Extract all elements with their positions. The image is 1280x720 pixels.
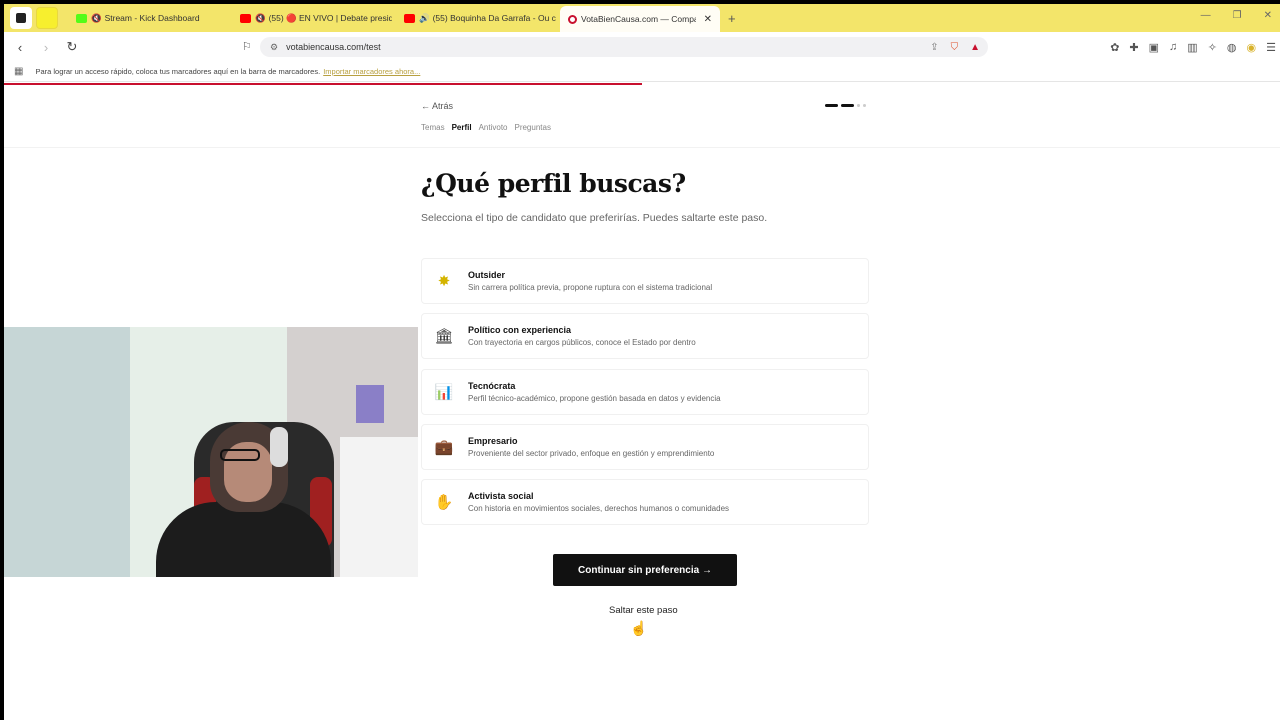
sidebar-icon[interactable]: ▥ <box>1187 41 1197 54</box>
kick-icon <box>76 13 87 23</box>
forward-arrow-icon[interactable]: › <box>36 40 56 55</box>
government-building-icon: 🏛 <box>434 328 454 346</box>
option-desc: Sin carrera política previa, propone rup… <box>468 283 713 292</box>
vpn-icon[interactable]: ◍ <box>1227 41 1237 54</box>
step-temas[interactable]: Temas <box>421 123 445 132</box>
tab-votabiencausa[interactable]: VotaBienCausa.com — Compatib ✕ <box>560 6 720 32</box>
profile-options: ✸ Outsider Sin carrera política previa, … <box>421 258 869 534</box>
mute-icon: 🔇 <box>91 12 102 23</box>
option-outsider[interactable]: ✸ Outsider Sin carrera política previa, … <box>421 258 869 304</box>
option-name: Outsider <box>468 270 506 280</box>
skip-step-link[interactable]: Saltar este paso <box>609 605 678 616</box>
cam-shelf <box>340 437 418 577</box>
brave-icon <box>16 13 26 23</box>
step-dot <box>825 104 838 107</box>
tab-title: (55) 🔴 EN VIVO | Debate presid <box>268 12 392 23</box>
burst-icon: ✸ <box>437 273 451 290</box>
option-name: Tecnócrata <box>468 380 516 391</box>
option-activista[interactable]: ✋ Activista social Con historia en movim… <box>421 479 869 526</box>
address-bar[interactable]: ⚙ votabiencausa.com/test ⇪ ⛉ ▲ <box>260 37 988 57</box>
pinned-tab[interactable] <box>36 7 58 29</box>
menu-icon[interactable]: ☰ <box>1266 41 1276 54</box>
extension-box-icon[interactable]: ▣ <box>1149 41 1159 54</box>
youtube-icon <box>240 13 251 23</box>
raised-hand-icon: ✋ <box>434 494 454 512</box>
tab-youtube-music[interactable]: 🔊 (55) Boquinha Da Garrafa - Ou ca <box>396 6 556 30</box>
browser-toolbar: ‹ › ↻ ⚐ ⚙ votabiencausa.com/test ⇪ ⛉ ▲ ✿… <box>4 32 1280 62</box>
mute-icon: 🔇 <box>255 12 266 23</box>
cam-poster <box>356 385 384 423</box>
option-desc: Con historia en movimientos sociales, de… <box>468 504 730 514</box>
page-title: ¿Qué perfil buscas? <box>421 169 686 198</box>
option-name: Activista social <box>468 491 534 502</box>
import-bookmarks-link[interactable]: Importar marcadores ahora... <box>323 67 420 76</box>
step-preguntas[interactable]: Preguntas <box>514 123 550 132</box>
url-text: votabiencausa.com/test <box>286 42 381 52</box>
tab-kick[interactable]: 🔇 Stream - Kick Dashboard <box>68 6 228 30</box>
option-empresario[interactable]: 💼 Empresario Proveniente del sector priv… <box>421 423 869 470</box>
continue-without-preference-button[interactable]: Continuar sin preferencia → <box>553 554 737 586</box>
site-favicon-icon <box>568 14 577 24</box>
divider <box>4 147 1280 148</box>
briefcase-icon: 💼 <box>434 438 454 456</box>
extensions-area: ✿ ✚ ▣ ♫ ▥ ✧ ◍ ◉ ☰ <box>1110 41 1276 54</box>
option-desc: Proveniente del sector privado, enfoque … <box>468 448 715 458</box>
option-desc: Perfil técnico-académico, propone gestió… <box>468 393 721 403</box>
pinned-tab-brave[interactable] <box>10 7 32 29</box>
window-controls: — ❐ ✕ <box>1201 10 1272 21</box>
share-icon[interactable]: ⇪ <box>930 42 938 53</box>
bookmarks-bar: ▦ Para lograr un acceso rápido, coloca t… <box>4 62 1280 82</box>
restore-icon[interactable]: ❐ <box>1233 10 1242 21</box>
extension-cookie-icon[interactable]: ✿ <box>1110 41 1119 54</box>
step-antivoto[interactable]: Antivoto <box>479 123 508 132</box>
option-tecnocrata[interactable]: 📊 Tecnócrata Perfil técnico-académico, p… <box>421 368 869 415</box>
wallet-icon[interactable]: ◉ <box>1247 41 1257 54</box>
reload-icon[interactable]: ↻ <box>62 39 82 55</box>
hand-cursor-icon: ☝ <box>630 620 648 636</box>
option-politico[interactable]: 🏛 Político con experiencia Con trayector… <box>421 313 869 360</box>
back-arrow-icon[interactable]: ‹ <box>10 40 30 55</box>
tab-youtube-debate[interactable]: 🔇 (55) 🔴 EN VIVO | Debate presid <box>232 6 392 30</box>
browser-window: 🔇 Stream - Kick Dashboard 🔇 (55) 🔴 EN VI… <box>4 4 1280 720</box>
youtube-icon <box>404 13 415 23</box>
step-dot <box>841 104 854 107</box>
bookmark-icon[interactable]: ⚐ <box>242 40 252 53</box>
tab-title: Stream - Kick Dashboard <box>104 13 200 23</box>
new-tab-icon[interactable]: + <box>728 11 736 26</box>
cam-wall <box>4 327 134 577</box>
cam-headset <box>270 427 288 467</box>
close-window-icon[interactable]: ✕ <box>1264 10 1272 21</box>
brave-shields-icon[interactable]: ⛉ <box>951 42 959 53</box>
page-subtitle: Selecciona el tipo de candidato que pref… <box>421 212 768 224</box>
sparkle-icon[interactable]: ✧ <box>1208 41 1217 54</box>
bar-chart-icon: 📊 <box>434 383 454 401</box>
extensions-puzzle-icon[interactable]: ✚ <box>1129 41 1138 54</box>
tab-title: (55) Boquinha Da Garrafa - Ou ca <box>432 13 556 23</box>
step-dot <box>857 104 860 107</box>
brave-rewards-icon[interactable]: ▲ <box>970 42 980 53</box>
site-settings-icon[interactable]: ⚙ <box>270 42 278 53</box>
music-icon[interactable]: ♫ <box>1169 41 1177 54</box>
step-dot <box>863 104 866 107</box>
step-indicator <box>825 104 866 107</box>
option-name: Empresario <box>468 435 518 446</box>
cam-person-glasses <box>220 449 260 461</box>
apps-grid-icon[interactable]: ▦ <box>14 66 23 77</box>
option-desc: Con trayectoria en cargos públicos, cono… <box>468 338 696 348</box>
bookmarks-prompt: Para lograr un acceso rápido, coloca tus… <box>35 67 321 76</box>
tab-strip: 🔇 Stream - Kick Dashboard 🔇 (55) 🔴 EN VI… <box>4 4 1280 32</box>
breadcrumb: Temas Perfil Antivoto Preguntas <box>421 123 551 132</box>
tab-title: VotaBienCausa.com — Compatib <box>581 14 696 24</box>
option-name: Político con experiencia <box>468 325 572 336</box>
close-tab-icon[interactable]: ✕ <box>704 14 712 25</box>
back-link[interactable]: ← Atrás <box>421 101 453 111</box>
cam-person-body <box>156 502 331 577</box>
webcam-overlay <box>4 327 418 577</box>
speaker-icon: 🔊 <box>419 12 430 23</box>
minimize-icon[interactable]: — <box>1201 10 1211 21</box>
step-perfil[interactable]: Perfil <box>452 123 472 132</box>
